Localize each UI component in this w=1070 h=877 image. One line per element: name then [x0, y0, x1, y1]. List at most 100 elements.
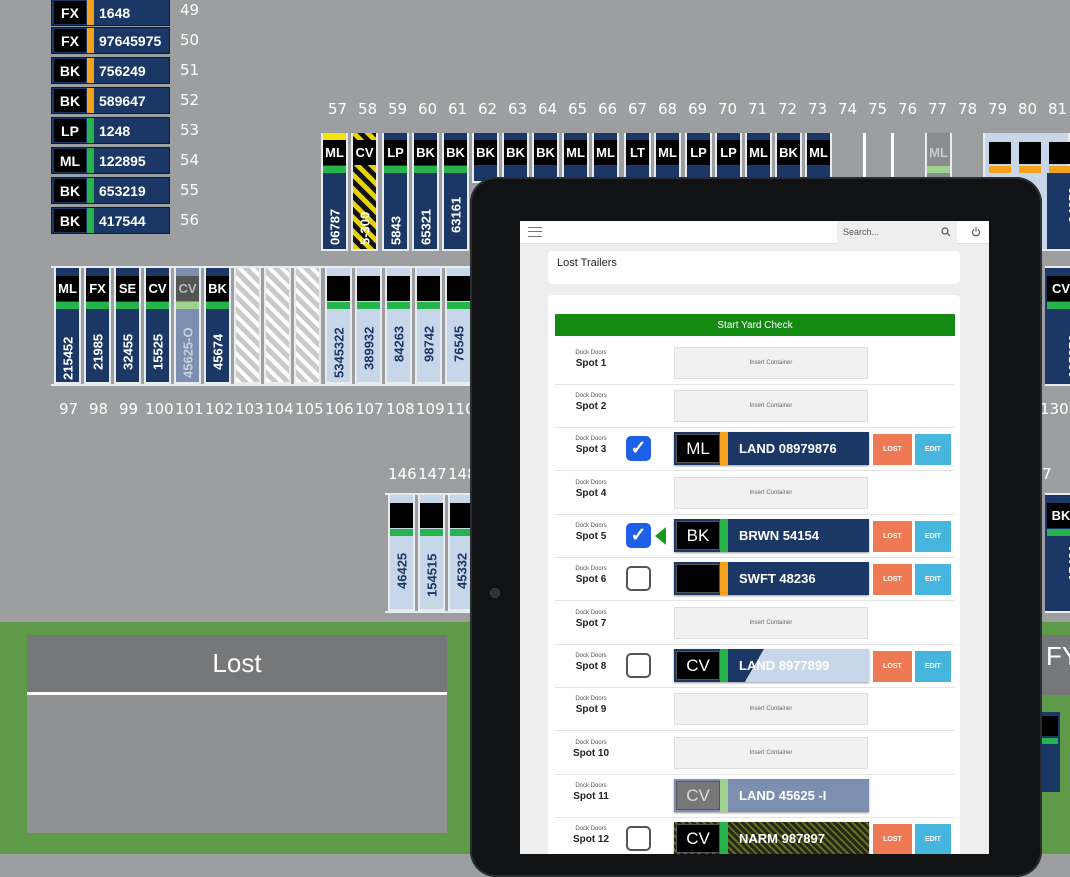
- yard-slot[interactable]: ML: [592, 133, 619, 183]
- insert-container-button[interactable]: Insert Container: [674, 607, 868, 639]
- yard-slot[interactable]: LT: [624, 133, 651, 183]
- container-card[interactable]: BK BRWN 54154: [674, 519, 869, 552]
- yard-slot[interactable]: 389932: [355, 268, 382, 384]
- yard-slot[interactable]: 46425: [388, 495, 415, 611]
- slot-number: 53: [180, 121, 200, 139]
- yard-slot[interactable]: BK: [775, 133, 802, 183]
- start-yard-check-button[interactable]: Start Yard Check: [555, 314, 955, 336]
- section-title: Lost Trailers: [557, 257, 617, 269]
- container-card[interactable]: CV LAND 8977899: [674, 649, 869, 682]
- search-box[interactable]: Search...: [837, 221, 957, 244]
- edit-button[interactable]: EDIT: [915, 651, 951, 682]
- slot-number: 65: [568, 100, 588, 118]
- search-input[interactable]: Search...: [843, 227, 941, 237]
- insert-container-button[interactable]: Insert Container: [674, 347, 868, 379]
- edit-button[interactable]: EDIT: [915, 521, 951, 552]
- yard-slot[interactable]: SE 32455: [114, 268, 141, 384]
- yard-slot[interactable]: FX 21985: [84, 268, 111, 384]
- yard-slot[interactable]: 84263: [385, 268, 412, 384]
- lost-button[interactable]: LOST: [873, 564, 912, 595]
- stack-row[interactable]: BK 653219: [51, 177, 170, 204]
- status-bar: [447, 302, 470, 309]
- slot-number: 98: [89, 400, 109, 418]
- spot-checkbox[interactable]: ✓: [626, 436, 651, 461]
- carrier-code: ML: [564, 140, 587, 165]
- stack-row[interactable]: FX 1648: [51, 0, 170, 26]
- container-card[interactable]: CV NARM 987897: [674, 822, 869, 854]
- insert-container-button[interactable]: Insert Container: [674, 693, 868, 725]
- yard-slot[interactable]: BK: [502, 133, 529, 183]
- stack-row[interactable]: ML 122895: [51, 147, 170, 174]
- spot-checkbox[interactable]: [626, 826, 651, 851]
- yard-slot[interactable]: CV 5-300: [351, 133, 378, 251]
- stack-row[interactable]: BK 756249: [51, 57, 170, 84]
- yard-slot[interactable]: ML: [925, 133, 952, 183]
- lost-panel-title: Lost: [27, 635, 447, 695]
- dock-doors-label: Dock Doors: [575, 566, 607, 572]
- container-card[interactable]: SWFT 48236: [674, 562, 869, 595]
- spot-checkbox[interactable]: ✓: [626, 523, 651, 548]
- yard-slot[interactable]: BK 45674: [204, 268, 231, 384]
- yard-slot[interactable]: CV 45625-O: [174, 268, 201, 384]
- yard-slot[interactable]: BK: [532, 133, 559, 183]
- yard-slot[interactable]: 76545: [445, 268, 472, 384]
- yard-slot[interactable]: ML: [745, 133, 772, 183]
- lost-button[interactable]: LOST: [873, 824, 912, 854]
- yard-slot[interactable]: ML: [654, 133, 681, 183]
- lost-button[interactable]: LOST: [873, 521, 912, 552]
- carrier-code: BK: [777, 140, 800, 165]
- yard-slot[interactable]: 5345322: [325, 268, 352, 384]
- insert-container-button[interactable]: Insert Container: [674, 477, 868, 509]
- edit-button[interactable]: EDIT: [915, 564, 951, 595]
- slot-number: 71: [748, 100, 768, 118]
- yard-slot[interactable]: 98742: [415, 268, 442, 384]
- stack-row[interactable]: BK 417544: [51, 207, 170, 234]
- yard-slot[interactable]: CV 125876: [1045, 266, 1070, 386]
- container-card[interactable]: ML LAND 08979876: [674, 432, 869, 465]
- yard-slot[interactable]: BK: [472, 133, 499, 183]
- edit-button[interactable]: EDIT: [915, 434, 951, 465]
- stack-row[interactable]: FX 97645975: [51, 27, 170, 54]
- yard-slot[interactable]: CV 15525: [144, 268, 171, 384]
- status-bar: [927, 166, 950, 173]
- fy-panel[interactable]: FY: [1040, 635, 1070, 695]
- carrier-code: BK: [206, 276, 229, 301]
- yard-slot[interactable]: ML 06787: [321, 133, 348, 251]
- yard-slot[interactable]: LP: [685, 133, 712, 183]
- spot-label: Spot 1: [575, 358, 607, 369]
- lost-trailers-card[interactable]: Lost Trailers: [548, 251, 960, 284]
- yard-slot[interactable]: ML 215452: [54, 268, 81, 384]
- lost-button[interactable]: LOST: [873, 434, 912, 465]
- yard-slot[interactable]: LP: [715, 133, 742, 183]
- status-stripe: [87, 58, 94, 83]
- carrier-code: CV: [146, 276, 169, 301]
- power-icon[interactable]: [971, 227, 981, 237]
- insert-container-button[interactable]: Insert Container: [674, 737, 868, 769]
- menu-icon[interactable]: [528, 227, 542, 237]
- status-bar: [323, 166, 346, 173]
- stack-row[interactable]: BK 589647: [51, 87, 170, 114]
- yard-slot[interactable]: 154515: [418, 495, 445, 611]
- spot-checkbox[interactable]: [626, 653, 651, 678]
- slot-number: 146: [388, 465, 417, 483]
- yard-slot[interactable]: ML: [805, 133, 832, 183]
- stack-row[interactable]: LP 1248: [51, 117, 170, 144]
- carrier-code: LP: [54, 119, 86, 142]
- yard-slot[interactable]: BK 15421: [1045, 493, 1070, 613]
- slot-number: 103: [235, 400, 264, 418]
- status-stripe: [720, 519, 728, 552]
- slot-divider: [891, 133, 894, 183]
- search-icon[interactable]: [941, 227, 951, 237]
- yard-slot[interactable]: BK 65321: [412, 133, 439, 251]
- spot-checkbox[interactable]: [626, 566, 651, 591]
- container-card[interactable]: CV LAND 45625 -I: [674, 779, 869, 812]
- insert-container-button[interactable]: Insert Container: [674, 390, 868, 422]
- yard-slot[interactable]: ML: [562, 133, 589, 183]
- lost-button[interactable]: LOST: [873, 651, 912, 682]
- lost-panel[interactable]: Lost: [27, 635, 447, 833]
- spot-label: Spot 4: [575, 488, 607, 499]
- edit-button[interactable]: EDIT: [915, 824, 951, 854]
- carrier-code: BK: [444, 140, 467, 165]
- yard-slot[interactable]: BK 63161: [442, 133, 469, 251]
- yard-slot[interactable]: LP 5843: [382, 133, 409, 251]
